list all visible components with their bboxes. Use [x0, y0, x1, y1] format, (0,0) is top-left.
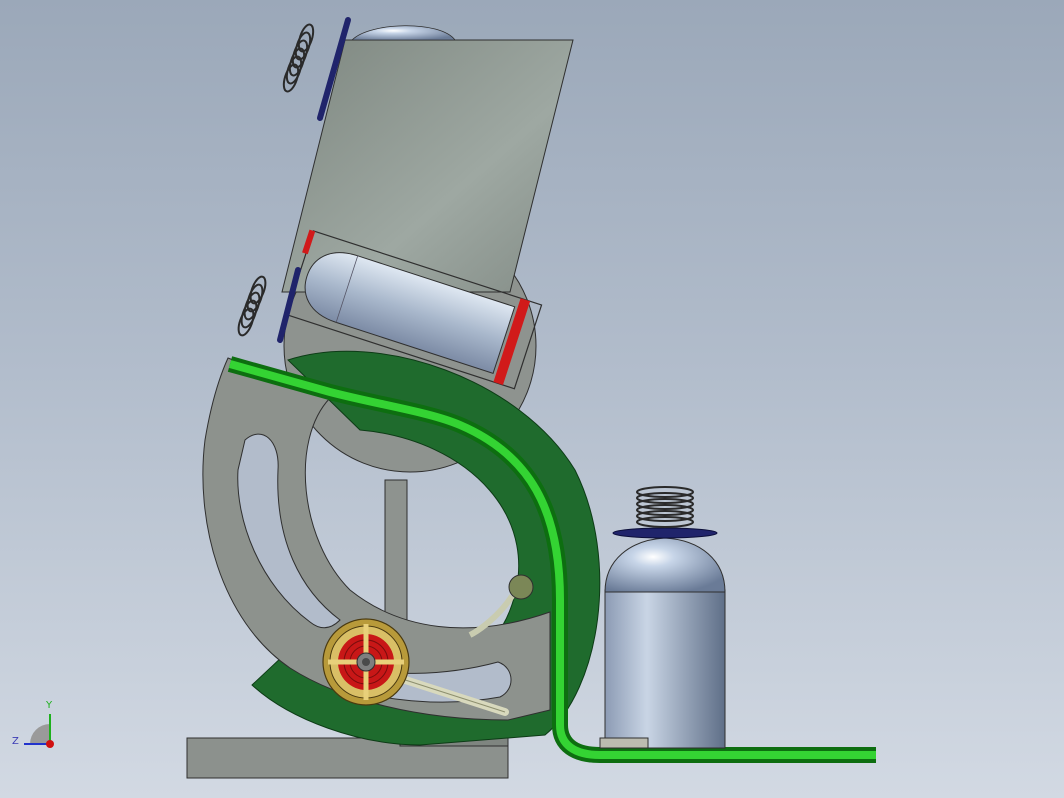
- triad-y-label: Y: [46, 700, 53, 711]
- bottle-flange: [612, 527, 718, 539]
- coordinate-triad: [24, 714, 54, 748]
- bottle-body: [604, 589, 726, 749]
- assembly-model[interactable]: [0, 0, 1064, 798]
- bottle-thread: [636, 486, 694, 528]
- support-post[interactable]: [384, 479, 408, 621]
- triad-z-label: Z: [12, 736, 19, 747]
- triad-quadrant-icon: [30, 724, 50, 744]
- tilted-plate[interactable]: [281, 39, 574, 293]
- adjust-knob[interactable]: [508, 574, 534, 600]
- bottle-shoulder: [604, 537, 726, 593]
- top-bottle-dome: [351, 25, 456, 41]
- tube-connector: [599, 737, 649, 749]
- x-axis-dot-icon: [46, 740, 54, 748]
- upright-bottle[interactable]: [604, 486, 726, 749]
- handwheel[interactable]: [322, 618, 410, 706]
- cad-viewport[interactable]: Y Z: [0, 0, 1064, 798]
